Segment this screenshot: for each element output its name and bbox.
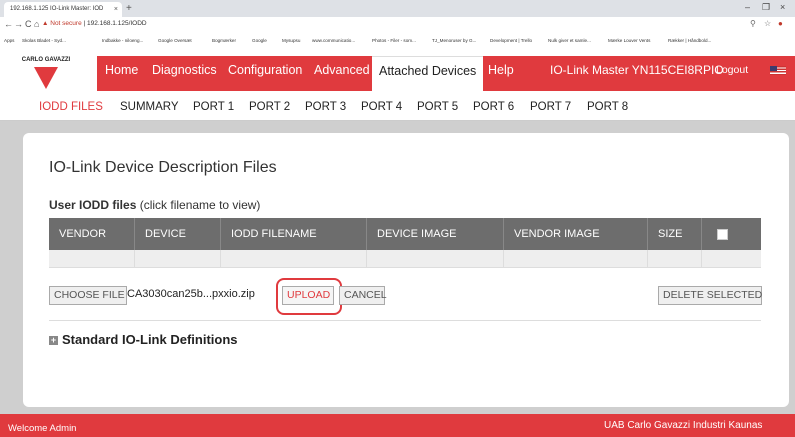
table-cell	[135, 250, 221, 267]
top-navigation: Home Diagnostics Configuration Advanced …	[97, 56, 795, 92]
address-bar: ← → C ⌂ ▲ Not secure | 192.168.1.125/IOD…	[0, 17, 795, 36]
browser-tab[interactable]: 192.168.1.125 IO-Link Master: IOD ×	[4, 2, 122, 17]
tab-port-4[interactable]: PORT 4	[361, 101, 402, 113]
tab-port-1[interactable]: PORT 1	[193, 101, 234, 113]
nav-diagnostics[interactable]: Diagnostics	[152, 56, 217, 91]
bookmark-item[interactable]: Mærke Louver Vents	[608, 38, 650, 43]
table-cell	[648, 250, 702, 267]
reload-icon[interactable]: C	[25, 19, 32, 29]
standard-definitions-toggle[interactable]: + Standard IO-Link Definitions	[49, 332, 238, 347]
cancel-button[interactable]: CANCEL	[339, 286, 387, 305]
subtitle-note: (click filename to view)	[136, 198, 261, 212]
master-name: IO-Link Master YN115CEI8RPIO	[550, 63, 724, 77]
bookmark-item[interactable]: Skolas Bladet - Syd...	[22, 38, 66, 43]
minimize-icon[interactable]: –	[745, 2, 750, 12]
tab-port-3[interactable]: PORT 3	[305, 101, 346, 113]
selected-file-name: CA3030can25b...pxxio.zip	[127, 288, 255, 300]
nav-attached-devices[interactable]: Attached Devices	[372, 56, 484, 92]
warning-icon: ▲	[42, 20, 49, 27]
star-icon[interactable]: ☆	[764, 19, 771, 28]
tab-iodd-files[interactable]: IODD FILES	[39, 101, 103, 113]
col-vendor-image[interactable]: VENDOR IMAGE	[504, 218, 648, 250]
upload-highlight-ring	[276, 278, 342, 315]
standard-definitions-label: Standard IO-Link Definitions	[62, 332, 238, 347]
welcome-text: Welcome Admin	[8, 423, 77, 434]
tab-summary[interactable]: SUMMARY	[120, 101, 179, 113]
tab-title: 192.168.1.125 IO-Link Master: IOD	[10, 6, 104, 12]
choose-file-button[interactable]: CHOOSE FILE	[49, 286, 127, 305]
bookmark-item[interactable]: Google	[252, 38, 267, 43]
url-field[interactable]: ▲ Not secure | 192.168.1.125/IODD	[42, 20, 147, 27]
bookmark-item[interactable]: Apps	[4, 38, 14, 43]
subtitle-bold: User IODD files	[49, 198, 137, 212]
nav-home[interactable]: Home	[105, 56, 138, 91]
forward-icon[interactable]: →	[14, 19, 23, 29]
col-iodd-filename[interactable]: IODD FILENAME	[221, 218, 367, 250]
bookmark-item[interactable]: Nulk giver et samle...	[548, 38, 591, 43]
iodd-files-card: IO-Link Device Description Files User IO…	[23, 133, 789, 407]
bookmark-item[interactable]: Google Oversæt	[158, 38, 192, 43]
browser-tab-strip: 192.168.1.125 IO-Link Master: IOD × + – …	[0, 0, 795, 17]
close-window-icon[interactable]: ×	[780, 2, 785, 12]
table-cell	[49, 250, 135, 267]
nav-advanced[interactable]: Advanced	[314, 56, 370, 91]
home-icon[interactable]: ⌂	[34, 19, 39, 29]
col-device-image[interactable]: DEVICE IMAGE	[367, 218, 504, 250]
col-vendor[interactable]: VENDOR	[49, 218, 135, 250]
delete-selected-button[interactable]: DELETE SELECTED	[658, 286, 762, 305]
table-cell	[367, 250, 504, 267]
divider	[49, 320, 761, 321]
company-name: UAB Carlo Gavazzi Industri Kaunas	[604, 420, 763, 431]
select-all-checkbox[interactable]	[717, 229, 728, 240]
profile-icon[interactable]: ●	[778, 19, 783, 28]
bookmark-item[interactable]: www.communicatio...	[312, 38, 355, 43]
nav-configuration[interactable]: Configuration	[228, 56, 302, 91]
app-header: CARLO GAVAZZI Home Diagnostics Configura…	[0, 47, 795, 100]
tab-port-5[interactable]: PORT 5	[417, 101, 458, 113]
sub-navigation: IODD FILES SUMMARY PORT 1 PORT 2 PORT 3 …	[0, 100, 795, 121]
expand-plus-icon: +	[49, 335, 58, 345]
table-cell	[504, 250, 648, 267]
tab-port-7[interactable]: PORT 7	[530, 101, 571, 113]
back-icon[interactable]: ←	[4, 19, 13, 29]
iodd-table-header: VENDOR DEVICE IODD FILENAME DEVICE IMAGE…	[49, 218, 761, 250]
tab-port-8[interactable]: PORT 8	[587, 101, 628, 113]
zoom-icon[interactable]: ⚲	[750, 19, 756, 28]
bookmark-item[interactable]: Bogmærker	[212, 38, 236, 43]
tab-port-2[interactable]: PORT 2	[249, 101, 290, 113]
bookmark-item[interactable]: Development | Trello	[490, 38, 532, 43]
nav-help[interactable]: Help	[488, 56, 514, 91]
logo-text: CARLO GAVAZZI	[21, 57, 71, 63]
restore-icon[interactable]: ❐	[762, 2, 770, 13]
bookmark-item[interactable]: Mysupsu	[282, 38, 300, 43]
footer: Welcome Admin UAB Carlo Gavazzi Industri…	[0, 414, 795, 437]
new-tab-button[interactable]: +	[126, 2, 132, 15]
bookmark-item[interactable]: Rækker | Håndbold...	[668, 38, 711, 43]
bookmark-item[interactable]: Photos - Filer - som...	[372, 38, 416, 43]
table-cell	[221, 250, 367, 267]
tab-close-icon[interactable]: ×	[114, 2, 118, 17]
page-title: IO-Link Device Description Files	[49, 159, 277, 176]
table-row	[49, 250, 761, 268]
url-text: 192.168.1.125/IODD	[87, 20, 147, 27]
tab-port-6[interactable]: PORT 6	[473, 101, 514, 113]
bookmark-item[interactable]: TJ_Menoruser by G...	[432, 38, 476, 43]
bookmark-item[interactable]: Indbakke - niloeng...	[102, 38, 143, 43]
logout-link[interactable]: Logout	[716, 56, 748, 84]
logo-triangle-icon	[34, 67, 58, 89]
carlo-gavazzi-logo: CARLO GAVAZZI	[20, 55, 72, 93]
col-size[interactable]: SIZE	[648, 218, 702, 250]
section-subtitle: User IODD files (click filename to view)	[49, 198, 260, 212]
security-label: Not secure	[50, 20, 82, 27]
us-flag-icon[interactable]	[770, 66, 786, 75]
col-device[interactable]: DEVICE	[135, 218, 221, 250]
